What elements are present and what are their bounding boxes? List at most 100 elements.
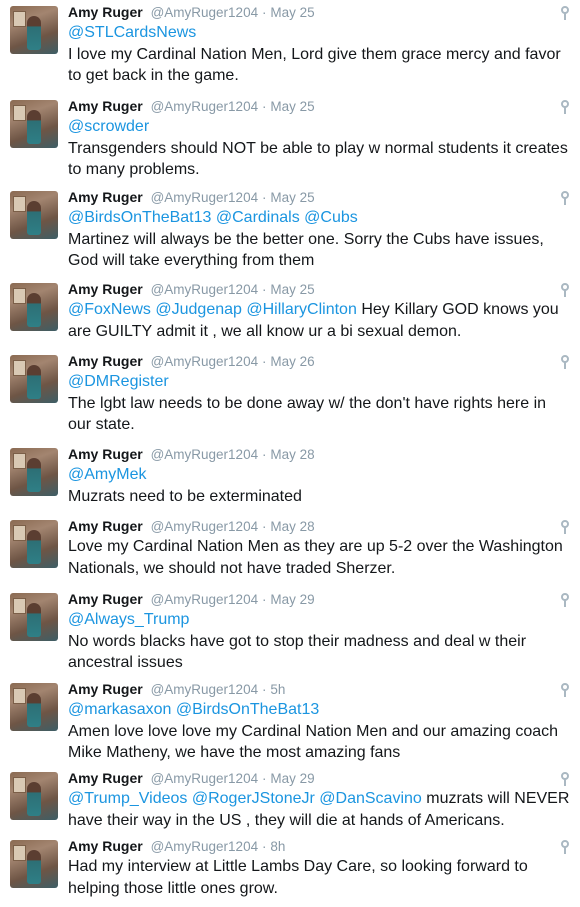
separator-dot: · [261, 447, 267, 462]
timestamp[interactable]: May 28 [270, 447, 314, 462]
location-pin-icon[interactable] [560, 6, 570, 20]
tweet-body: Transgenders should NOT be able to play … [68, 139, 568, 179]
user-name[interactable]: Amy Ruger [68, 446, 143, 462]
user-handle[interactable]: @AmyRuger1204 [151, 592, 259, 607]
avatar[interactable] [10, 520, 58, 568]
mention-link[interactable]: @FoxNews [68, 301, 151, 318]
mention-link[interactable]: @AmyMek [68, 466, 146, 483]
user-handle[interactable]: @AmyRuger1204 [151, 354, 259, 369]
user-handle[interactable]: @AmyRuger1204 [151, 282, 259, 297]
mention-link[interactable]: @DanScavino [319, 790, 422, 807]
avatar[interactable] [10, 448, 58, 496]
mention-link[interactable]: @Trump_Videos [68, 790, 187, 807]
avatar[interactable] [10, 355, 58, 403]
tweet[interactable]: Amy Ruger @AmyRuger1204 · 5h @markasaxon… [0, 677, 580, 766]
avatar[interactable] [10, 191, 58, 239]
user-handle[interactable]: @AmyRuger1204 [151, 771, 259, 786]
user-handle[interactable]: @AmyRuger1204 [151, 447, 259, 462]
tweet[interactable]: Amy Ruger @AmyRuger1204 · May 28 Love my… [0, 514, 580, 587]
tweet[interactable]: Amy Ruger @AmyRuger1204 · May 28 @AmyMek… [0, 442, 580, 514]
mention-link[interactable]: @STLCardsNews [68, 24, 196, 41]
timestamp[interactable]: 5h [270, 682, 285, 697]
mention-link[interactable]: @Always_Trump [68, 611, 189, 628]
tweet-text: @markasaxon @BirdsOnTheBat13 Amen love l… [68, 699, 572, 764]
timestamp[interactable]: May 26 [270, 354, 314, 369]
timestamp[interactable]: May 25 [270, 282, 314, 297]
location-pin-icon[interactable] [560, 355, 570, 369]
mention-link[interactable]: @BirdsOnTheBat13 [68, 209, 211, 226]
mention-link[interactable]: @Cardinals [216, 209, 300, 226]
timestamp[interactable]: May 29 [270, 592, 314, 607]
separator-dot: · [261, 839, 267, 854]
user-handle[interactable]: @AmyRuger1204 [151, 5, 259, 20]
tweet-body: The lgbt law needs to be done away w/ th… [68, 394, 547, 434]
user-name[interactable]: Amy Ruger [68, 281, 143, 297]
location-pin-icon[interactable] [560, 683, 570, 697]
tweet[interactable]: Amy Ruger @AmyRuger1204 · May 29 @Always… [0, 587, 580, 677]
separator-dot: · [261, 682, 267, 697]
mention-link[interactable]: @RogerJStoneJr [192, 790, 315, 807]
tweet-header: Amy Ruger @AmyRuger1204 · May 28 [68, 446, 315, 462]
timestamp[interactable]: May 25 [270, 190, 314, 205]
tweet[interactable]: Amy Ruger @AmyRuger1204 · May 26 @DMRegi… [0, 349, 580, 442]
avatar[interactable] [10, 593, 58, 641]
tweet[interactable]: Amy Ruger @AmyRuger1204 · May 25 @FoxNew… [0, 277, 580, 349]
avatar[interactable] [10, 840, 58, 888]
user-name[interactable]: Amy Ruger [68, 838, 143, 854]
tweet-text: @DMRegister The lgbt law needs to be don… [68, 371, 572, 436]
user-name[interactable]: Amy Ruger [68, 681, 143, 697]
avatar[interactable] [10, 6, 58, 54]
tweet[interactable]: Amy Ruger @AmyRuger1204 · May 25 @STLCar… [0, 0, 580, 94]
user-handle[interactable]: @AmyRuger1204 [151, 190, 259, 205]
timestamp[interactable]: May 25 [270, 99, 314, 114]
mention-link[interactable]: @Cubs [304, 209, 358, 226]
tweet-text: @AmyMek Muzrats need to be exterminated [68, 464, 572, 507]
user-name[interactable]: Amy Ruger [68, 353, 143, 369]
tweet-header: Amy Ruger @AmyRuger1204 · May 25 [68, 98, 315, 114]
user-name[interactable]: Amy Ruger [68, 98, 143, 114]
timestamp[interactable]: May 28 [270, 519, 314, 534]
mention-link[interactable]: @Judgenap [155, 301, 242, 318]
tweet[interactable]: Amy Ruger @AmyRuger1204 · May 25 @BirdsO… [0, 185, 580, 277]
avatar[interactable] [10, 283, 58, 331]
user-handle[interactable]: @AmyRuger1204 [151, 839, 259, 854]
mention-link[interactable]: @markasaxon [68, 701, 171, 718]
user-handle[interactable]: @AmyRuger1204 [151, 99, 259, 114]
location-pin-icon[interactable] [560, 593, 570, 607]
timestamp[interactable]: May 25 [270, 5, 314, 20]
location-pin-icon[interactable] [560, 772, 570, 786]
tweet[interactable]: Amy Ruger @AmyRuger1204 · May 25 @scrowd… [0, 94, 580, 185]
tweet[interactable]: Amy Ruger @AmyRuger1204 · May 29 @Trump_… [0, 766, 580, 834]
tweet-text: @Always_Trump No words blacks have got t… [68, 609, 572, 674]
user-name[interactable]: Amy Ruger [68, 518, 143, 534]
tweet-body: I love my Cardinal Nation Men, Lord give… [68, 45, 561, 85]
mention-link[interactable]: @DMRegister [68, 373, 169, 390]
tweet[interactable]: Amy Ruger @AmyRuger1204 · 8h Had my inte… [0, 834, 580, 907]
user-handle[interactable]: @AmyRuger1204 [151, 682, 259, 697]
mention-link[interactable]: @scrowder [68, 118, 149, 135]
location-pin-icon[interactable] [560, 840, 570, 854]
avatar[interactable] [10, 100, 58, 148]
tweet-body: Love my Cardinal Nation Men as they are … [68, 538, 563, 577]
location-pin-icon[interactable] [560, 100, 570, 114]
user-handle[interactable]: @AmyRuger1204 [151, 519, 259, 534]
avatar[interactable] [10, 683, 58, 731]
tweet-header: Amy Ruger @AmyRuger1204 · May 25 [68, 281, 315, 297]
location-pin-icon[interactable] [560, 191, 570, 205]
location-pin-icon[interactable] [560, 283, 570, 297]
separator-dot: · [261, 771, 267, 786]
location-pin-icon[interactable] [560, 520, 570, 534]
mention-link[interactable]: @HillaryClinton [246, 301, 357, 318]
mention-link[interactable]: @BirdsOnTheBat13 [176, 701, 319, 718]
tweet-text: @STLCardsNews I love my Cardinal Nation … [68, 22, 572, 87]
tweet-header: Amy Ruger @AmyRuger1204 · May 25 [68, 4, 315, 20]
timestamp[interactable]: 8h [270, 839, 285, 854]
timestamp[interactable]: May 29 [270, 771, 314, 786]
user-name[interactable]: Amy Ruger [68, 591, 143, 607]
separator-dot: · [261, 519, 267, 534]
user-name[interactable]: Amy Ruger [68, 189, 143, 205]
tweet-text: @scrowder Transgenders should NOT be abl… [68, 116, 572, 181]
user-name[interactable]: Amy Ruger [68, 770, 143, 786]
avatar[interactable] [10, 772, 58, 820]
user-name[interactable]: Amy Ruger [68, 4, 143, 20]
